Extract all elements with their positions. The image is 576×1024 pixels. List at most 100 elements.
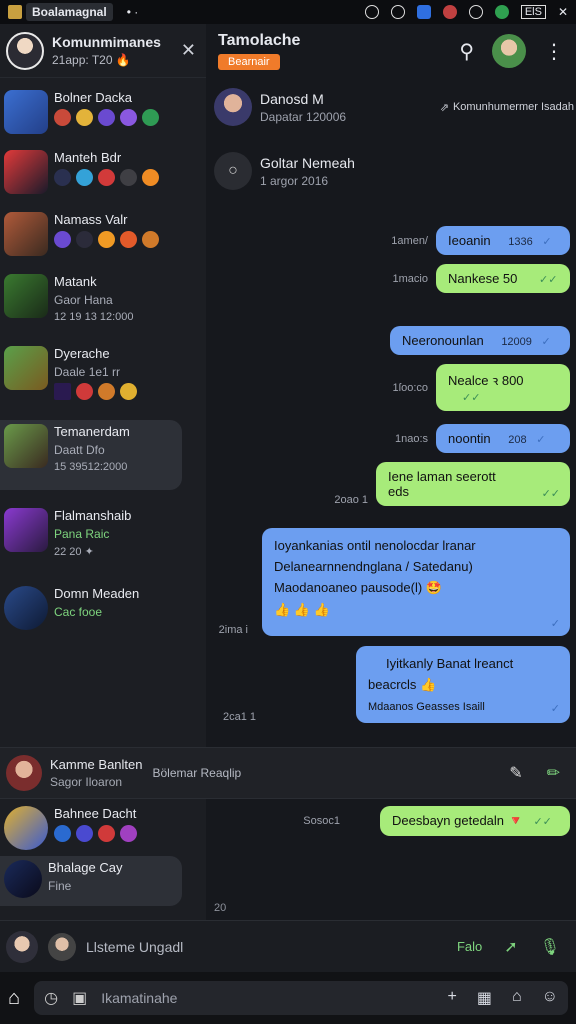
list-item[interactable]: Namass Valr xyxy=(0,208,206,268)
emoji-icon xyxy=(54,231,71,248)
chat-meta: 15 39512:2000 xyxy=(54,461,128,473)
grid-icon[interactable]: ▦ xyxy=(477,988,492,1008)
list-item[interactable]: Temanerdam Daatt Dfo 15 39512:2000 xyxy=(0,420,182,490)
message-time: Sosoc1 xyxy=(303,815,340,827)
message-bubble[interactable]: Iyitkanly Banat lreanct beacrcls 👍 Mdaan… xyxy=(356,646,570,723)
status-bar: Boalamagnal • · EƖS ✕ xyxy=(0,0,576,24)
edit-icon[interactable]: ✎ xyxy=(509,763,522,783)
message-bubble[interactable]: Ieoanin 1336 ✓ xyxy=(436,226,570,255)
emoji-icon xyxy=(98,231,115,248)
message-stamp: 12009 xyxy=(501,336,532,348)
chat-name: Bahnee Dacht xyxy=(54,806,137,821)
search-icon[interactable]: ⚲ xyxy=(459,39,474,64)
avatar xyxy=(214,88,252,126)
message-input[interactable]: Llsteme Ungadl xyxy=(86,939,183,955)
list-item[interactable]: Flalmanshaib Pana Raic 22 20 ✦ xyxy=(0,504,206,568)
list-item[interactable]: Matank Gaor Hana 12 19 13 12:000 xyxy=(0,270,206,334)
camera-icon[interactable]: ▣ xyxy=(72,988,87,1008)
avatar[interactable] xyxy=(492,34,526,68)
pinned-message[interactable]: Danosd M Dapatar 120006 ⇗ Komunhumermer … xyxy=(214,88,574,126)
message-bubble[interactable]: Ioyankanias ontil nenolocdar lranar Dela… xyxy=(262,528,570,636)
emoji-icon xyxy=(76,169,93,186)
chat-header: Tamolache Bearnair ⚲ ⋮ xyxy=(206,24,576,78)
message-text: Iene laman seerott xyxy=(388,469,496,484)
emoji-icon xyxy=(98,383,115,400)
message-time: 2ima i xyxy=(218,624,248,636)
message-bubble[interactable]: Neeronounlan 12009 ✓ xyxy=(390,326,570,355)
reply-quote: Bölemar Reaqlip xyxy=(152,766,242,780)
avatar[interactable] xyxy=(6,31,44,70)
chat-subtitle: Pana Raic xyxy=(54,527,110,541)
list-item[interactable]: Bhalage Cay Fine xyxy=(0,856,182,906)
shield-icon xyxy=(416,5,431,19)
list-item[interactable]: Bahnee Dacht xyxy=(0,802,206,862)
emoji-icon xyxy=(142,169,159,186)
send-icon[interactable]: ➚ xyxy=(504,937,517,957)
emoji-icon xyxy=(120,383,137,400)
chat-name: Matank xyxy=(54,274,97,289)
message: 2ima i Ioyankanias ontil nenolocdar lran… xyxy=(219,528,570,636)
pinned-message[interactable]: ○ Goltar Nemeah 1 argor 2016 xyxy=(214,152,574,190)
message-bubble[interactable]: noontin 208 ✓ xyxy=(436,424,570,453)
check-icon: ✓✓ xyxy=(541,488,560,500)
message-bubble[interactable]: Nealce ꝛ 800 ✓✓ xyxy=(436,364,570,411)
avatar xyxy=(4,586,48,630)
chat-meta: 22 20 ✦ xyxy=(54,546,94,558)
navigation-icon xyxy=(364,5,379,19)
user-icon xyxy=(442,5,457,19)
compass-icon xyxy=(390,5,405,19)
message-text: Ioyankanias ontil nenolocdar lranar xyxy=(274,538,476,553)
emoji-icon xyxy=(76,383,93,400)
chat-name: Namass Valr xyxy=(54,212,128,227)
avatar[interactable] xyxy=(6,930,38,963)
pencil-icon[interactable]: ✏ xyxy=(547,763,560,783)
message-text: Ieoanin xyxy=(448,233,491,248)
check-icon: ✓ xyxy=(536,434,546,446)
chat-name: Flalmanshaib xyxy=(54,508,132,523)
search-bar[interactable]: ◷ ▣ Ikamatinahe + ▦ ⌂ ☺ xyxy=(34,981,568,1015)
home-icon[interactable]: ⌂ xyxy=(8,987,20,1010)
status-app-name: Boalamagnal xyxy=(26,3,113,21)
compose-action-label[interactable]: Falo xyxy=(457,939,482,954)
message: 2oao 1 Iene laman seerott eds ✓✓ xyxy=(334,462,570,506)
message-time: 2oao 1 xyxy=(334,494,368,506)
search-input[interactable]: Ikamatinahe xyxy=(101,990,177,1006)
list-item[interactable]: Dyerache Daale 1e1 rr xyxy=(0,342,206,402)
clock-icon[interactable]: ◷ xyxy=(44,988,58,1008)
message-stamp: 208 xyxy=(508,434,527,446)
more-icon[interactable]: ⋮ xyxy=(544,39,564,64)
emoji-icon xyxy=(98,169,115,186)
microphone-icon[interactable]: 🎙 xyxy=(540,937,560,957)
message-text: Nealce ꝛ 800 xyxy=(448,373,524,388)
wifi-icon xyxy=(494,5,509,19)
list-item[interactable]: Manteh Bdr xyxy=(0,146,206,206)
emoji-row xyxy=(54,169,159,186)
emoji-icon xyxy=(54,169,71,186)
cart-icon[interactable]: ⌂ xyxy=(512,988,522,1008)
message-time: 1amen/ xyxy=(391,234,428,247)
close-icon[interactable]: ✕ xyxy=(177,40,200,61)
message-bubble[interactable]: Deesbayn getedaln 🔻 ✓✓ xyxy=(380,806,570,836)
avatar xyxy=(4,274,48,318)
emoji-icon[interactable]: ☺ xyxy=(542,988,558,1008)
close-icon[interactable]: ✕ xyxy=(558,5,568,19)
avatar xyxy=(4,860,42,898)
chat-name: Manteh Bdr xyxy=(54,150,122,165)
list-item[interactable]: Domn Meaden Cac fooe xyxy=(0,582,206,642)
plus-icon[interactable]: + xyxy=(448,988,457,1008)
message-bubble[interactable]: Iene laman seerott eds ✓✓ xyxy=(376,462,570,506)
emoji-row xyxy=(54,383,137,400)
check-icon: ✓✓ xyxy=(533,816,552,828)
list-item[interactable]: Bolner Dacka xyxy=(0,86,206,146)
message-bubble[interactable]: Nankese 50 ✓✓ xyxy=(436,264,570,293)
sidebar-subtitle: 21app: T20 🔥 xyxy=(52,53,131,67)
reply-preview[interactable]: Kamme Banlten Sagor Iloaron Bölemar Reaq… xyxy=(0,747,576,799)
emoji-row xyxy=(54,109,159,126)
timestamp: 20 xyxy=(214,902,227,914)
chat-name: Bhalage Cay xyxy=(48,860,123,875)
pinned-right: Komunhumermer Isadah xyxy=(452,101,574,113)
message: Sosoc1 Deesbayn getedaln 🔻 ✓✓ xyxy=(303,806,570,836)
status-badge[interactable]: Bearnair xyxy=(218,54,280,70)
avatar[interactable] xyxy=(48,932,76,961)
emoji-icon xyxy=(142,109,159,126)
